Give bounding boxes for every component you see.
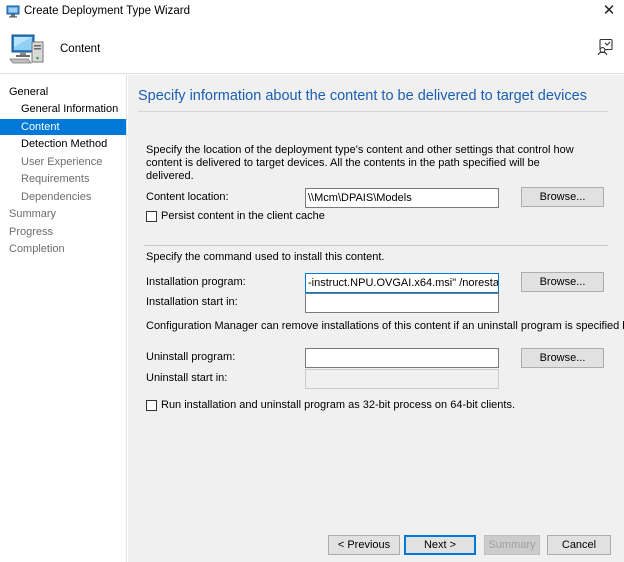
- nav-item-general[interactable]: General: [0, 84, 126, 100]
- installation-program-label: Installation program:: [146, 276, 246, 288]
- help-icon[interactable]: [596, 38, 614, 56]
- uninstall-note-text: Configuration Manager can remove install…: [146, 320, 624, 332]
- content-pane: Specify information about the content to…: [128, 75, 624, 562]
- close-icon[interactable]: ✕: [594, 0, 624, 24]
- wizard-nav: General General Information Content Dete…: [0, 75, 127, 562]
- next-button[interactable]: Next >: [404, 535, 476, 555]
- nav-item-summary[interactable]: Summary: [0, 206, 126, 222]
- window-title: Create Deployment Type Wizard: [24, 5, 190, 17]
- installation-start-in-label: Installation start in:: [146, 296, 238, 308]
- uninstall-start-in-input[interactable]: [305, 369, 499, 389]
- content-location-browse-button[interactable]: Browse...: [521, 187, 604, 207]
- command-intro-text: Specify the command used to install this…: [146, 251, 385, 263]
- section-divider: [144, 245, 608, 246]
- nav-item-user-experience[interactable]: User Experience: [0, 154, 126, 170]
- nav-item-progress[interactable]: Progress: [0, 224, 126, 240]
- computer-icon: [9, 34, 44, 64]
- nav-item-dependencies[interactable]: Dependencies: [0, 189, 126, 205]
- uninstall-program-input[interactable]: [305, 348, 499, 368]
- installation-program-browse-button[interactable]: Browse...: [521, 272, 604, 292]
- page-title: Content: [60, 43, 101, 55]
- nav-item-requirements[interactable]: Requirements: [0, 171, 126, 187]
- persist-content-checkbox[interactable]: [146, 211, 157, 222]
- nav-item-detection-method[interactable]: Detection Method: [0, 136, 126, 152]
- heading-divider: [138, 111, 608, 112]
- content-location-label: Content location:: [146, 191, 229, 203]
- nav-item-completion[interactable]: Completion: [0, 241, 126, 257]
- uninstall-program-label: Uninstall program:: [146, 351, 236, 363]
- run-32bit-checkbox[interactable]: [146, 400, 157, 411]
- persist-content-label: Persist content in the client cache: [161, 210, 325, 222]
- uninstall-program-browse-button[interactable]: Browse...: [521, 348, 604, 368]
- content-location-input[interactable]: \\Mcm\DPAIS\Models: [305, 188, 499, 208]
- previous-button[interactable]: < Previous: [328, 535, 400, 555]
- wizard-app-icon: [6, 5, 20, 18]
- summary-button[interactable]: Summary: [484, 535, 540, 555]
- wizard-header: Content: [0, 24, 624, 74]
- run-32bit-label: Run installation and uninstall program a…: [161, 399, 516, 411]
- nav-item-general-information[interactable]: General Information: [0, 101, 126, 117]
- title-bar: Create Deployment Type Wizard ✕: [0, 0, 624, 24]
- content-intro-text: Specify the location of the deployment t…: [146, 144, 574, 182]
- cancel-button[interactable]: Cancel: [547, 535, 611, 555]
- uninstall-start-in-label: Uninstall start in:: [146, 372, 228, 384]
- nav-item-content[interactable]: Content: [0, 119, 126, 135]
- content-heading: Specify information about the content to…: [138, 88, 587, 104]
- installation-program-input[interactable]: -instruct.NPU.OVGAI.x64.msi" /norestart …: [305, 273, 499, 293]
- installation-start-in-input[interactable]: [305, 293, 499, 313]
